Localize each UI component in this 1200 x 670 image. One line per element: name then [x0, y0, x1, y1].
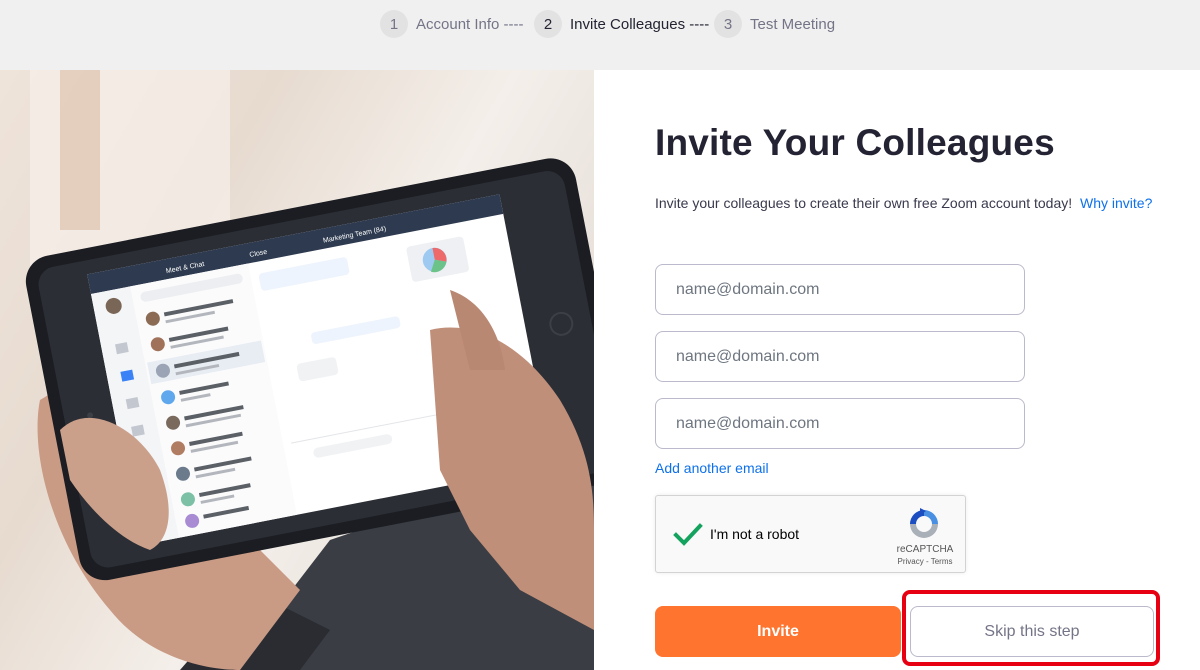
step-number: 2: [534, 10, 562, 38]
recaptcha-brand: reCAPTCHA: [896, 544, 954, 555]
add-another-email-link[interactable]: Add another email: [655, 460, 769, 476]
step-test-meeting: 3 Test Meeting: [714, 10, 835, 38]
step-account-info: 1 Account Info ----: [380, 10, 524, 38]
subtitle: Invite your colleagues to create their o…: [655, 195, 1152, 211]
progress-stepper: 1 Account Info ---- 2 Invite Colleagues …: [0, 0, 1200, 70]
email-field-2[interactable]: [655, 331, 1025, 382]
step-label: Account Info ----: [416, 15, 524, 33]
step-number: 1: [380, 10, 408, 38]
email-field-1[interactable]: [655, 264, 1025, 315]
step-invite-colleagues: 2 Invite Colleagues ----: [534, 10, 709, 38]
why-invite-link[interactable]: Why invite?: [1080, 195, 1152, 211]
checkmark-icon[interactable]: [672, 518, 704, 550]
skip-highlight: Skip this step: [902, 590, 1160, 666]
email-field-3[interactable]: [655, 398, 1025, 449]
tablet-illustration: Meet & Chat Close Marketing Team (84): [25, 70, 594, 670]
recaptcha-privacy-terms[interactable]: Privacy - Terms: [890, 557, 960, 566]
invite-panel: Invite Your Colleagues Invite your colle…: [594, 70, 1200, 670]
recaptcha-widget: I'm not a robot reCAPTCHA Privacy - Term…: [655, 495, 966, 573]
step-label: Invite Colleagues ----: [570, 15, 710, 33]
page-title: Invite Your Colleagues: [655, 122, 1055, 163]
recaptcha-label: I'm not a robot: [710, 526, 800, 542]
step-number: 3: [714, 10, 742, 38]
skip-step-button[interactable]: Skip this step: [910, 606, 1154, 657]
subtitle-text: Invite your colleagues to create their o…: [655, 195, 1073, 211]
step-label: Test Meeting: [750, 15, 836, 33]
recaptcha-logo-icon: [910, 508, 938, 538]
hero-image: Meet & Chat Close Marketing Team (84): [0, 70, 594, 670]
invite-button[interactable]: Invite: [655, 606, 901, 657]
